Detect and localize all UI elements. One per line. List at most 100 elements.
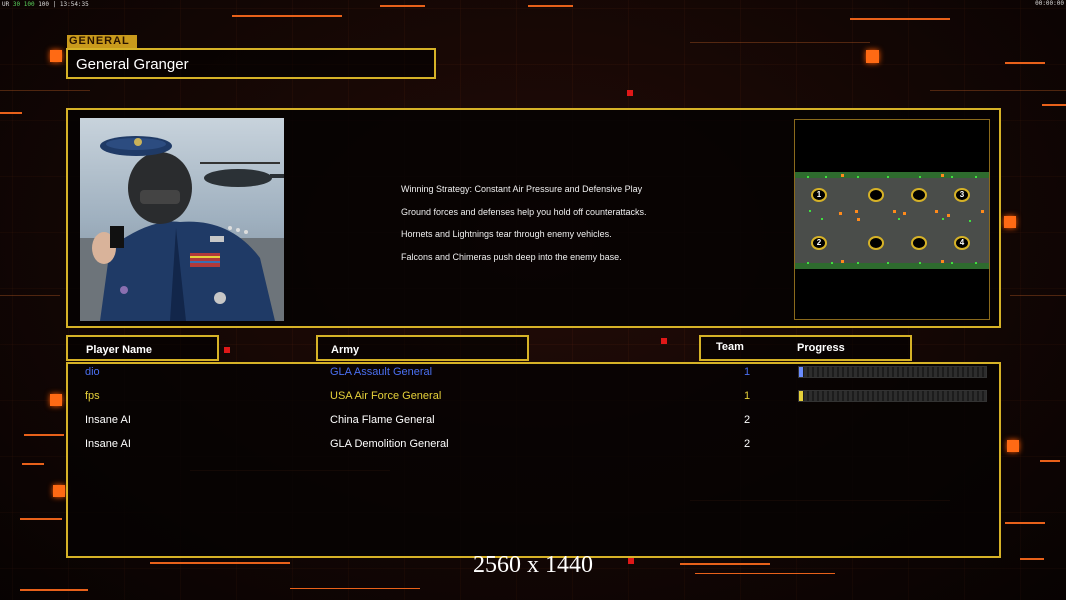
header-team-progress[interactable]: Team Progress [699, 335, 912, 361]
deco-square [224, 347, 230, 353]
hud-prefix: UR [2, 1, 10, 8]
deco-line [690, 42, 870, 43]
deco-line [380, 5, 425, 7]
general-name-box: General Granger [66, 48, 436, 79]
map-start-slot[interactable]: 4 [954, 236, 970, 250]
map-supply-dot [809, 210, 811, 212]
map-supply-dot [825, 176, 827, 178]
player-progress-bar [798, 390, 987, 402]
map-supply-dot [857, 176, 859, 178]
map-supply-dot [821, 218, 823, 220]
player-team: 1 [744, 390, 751, 402]
player-name: Insane AI [85, 438, 131, 450]
header-player-name[interactable]: Player Name [66, 335, 219, 361]
map-edge [795, 263, 989, 269]
general-name: General Granger [76, 56, 189, 73]
player-name: dio [85, 366, 100, 378]
map-supply-dot [942, 218, 944, 220]
map-resource-dot [855, 210, 858, 213]
resolution-label: 2560 x 1440 [473, 552, 593, 578]
hud-stats-value: 100 [23, 1, 35, 8]
header-army-label: Army [331, 344, 360, 356]
map-start-slot[interactable] [868, 236, 884, 250]
map-start-slot[interactable] [868, 188, 884, 202]
deco-line [850, 18, 950, 20]
deco-line [20, 589, 88, 591]
deco-line [930, 90, 1066, 91]
player-progress-bar [798, 366, 987, 378]
deco-line [0, 112, 22, 114]
deco-line [290, 588, 420, 589]
map-terrain [795, 172, 989, 269]
player-progress-fill [799, 367, 803, 377]
map-start-slot[interactable] [911, 188, 927, 202]
map-supply-dot [857, 262, 859, 264]
map-start-slot[interactable] [911, 236, 927, 250]
hud-clock: 13:54:35 [59, 1, 89, 8]
map-resource-dot [841, 174, 844, 177]
player-name: fps [85, 390, 100, 402]
deco-square [1004, 216, 1016, 228]
map-resource-dot [857, 218, 860, 221]
general-portrait [80, 118, 284, 321]
map-resource-dot [935, 210, 938, 213]
player-team: 1 [744, 366, 751, 378]
deco-line [528, 5, 573, 7]
general-portrait-image [80, 118, 284, 321]
map-supply-dot [807, 176, 809, 178]
map-supply-dot [919, 176, 921, 178]
map-start-slot[interactable]: 1 [811, 188, 827, 202]
map-supply-dot [951, 176, 953, 178]
deco-line [20, 518, 62, 520]
deco-line [232, 15, 342, 17]
strategy-line: Hornets and Lightnings tear through enem… [401, 229, 612, 239]
deco-line [1005, 522, 1045, 524]
player-row[interactable]: dio GLA Assault General 1 [0, 361, 1066, 385]
map-preview: 1 3 2 4 [794, 119, 990, 320]
player-progress-fill [799, 391, 803, 401]
player-row[interactable]: fps USA Air Force General 1 [0, 385, 1066, 409]
player-row[interactable]: Insane AI China Flame General 2 [0, 409, 1066, 433]
deco-line [1040, 460, 1060, 462]
map-resource-dot [841, 260, 844, 263]
deco-square [50, 50, 62, 62]
player-army: China Flame General [330, 414, 435, 426]
hud-fps: 30 [12, 1, 21, 8]
deco-line [0, 295, 60, 296]
header-player-name-label: Player Name [86, 344, 153, 356]
map-start-slot[interactable]: 2 [811, 236, 827, 250]
deco-square [627, 90, 633, 96]
deco-square [661, 338, 667, 344]
strategy-line: Winning Strategy: Constant Air Pressure … [401, 184, 643, 194]
map-supply-dot [887, 176, 889, 178]
player-army: USA Air Force General [330, 390, 442, 402]
hud-right-clock: 00:00:00 [1035, 0, 1064, 7]
player-team: 2 [744, 438, 751, 450]
deco-square [53, 485, 65, 497]
deco-square [866, 50, 879, 63]
deco-line [1005, 62, 1045, 64]
strategy-line: Falcons and Chimeras push deep into the … [401, 251, 622, 262]
hud-stats: UR 30 100 100 | 13:54:35 [2, 1, 89, 8]
map-supply-dot [969, 220, 971, 222]
player-name: Insane AI [85, 414, 131, 426]
map-supply-dot [975, 176, 977, 178]
hud-stats-dim: 100 [38, 1, 50, 8]
general-tag: GENERAL [67, 35, 137, 48]
player-row[interactable]: Insane AI GLA Demolition General 2 [0, 433, 1066, 457]
map-resource-dot [839, 212, 842, 215]
map-resource-dot [981, 210, 984, 213]
map-supply-dot [951, 262, 953, 264]
map-supply-dot [831, 262, 833, 264]
strategy-line: Ground forces and defenses help you hold… [401, 206, 647, 217]
map-start-slot[interactable]: 3 [954, 188, 970, 202]
map-supply-dot [919, 262, 921, 264]
player-army: GLA Assault General [330, 366, 433, 378]
map-supply-dot [975, 262, 977, 264]
deco-line [22, 463, 44, 465]
strategy-text: Winning Strategy: Constant Air Pressure … [401, 178, 647, 268]
player-team: 2 [744, 414, 751, 426]
header-army[interactable]: Army [316, 335, 529, 361]
map-supply-dot [887, 262, 889, 264]
deco-line [1042, 104, 1066, 106]
